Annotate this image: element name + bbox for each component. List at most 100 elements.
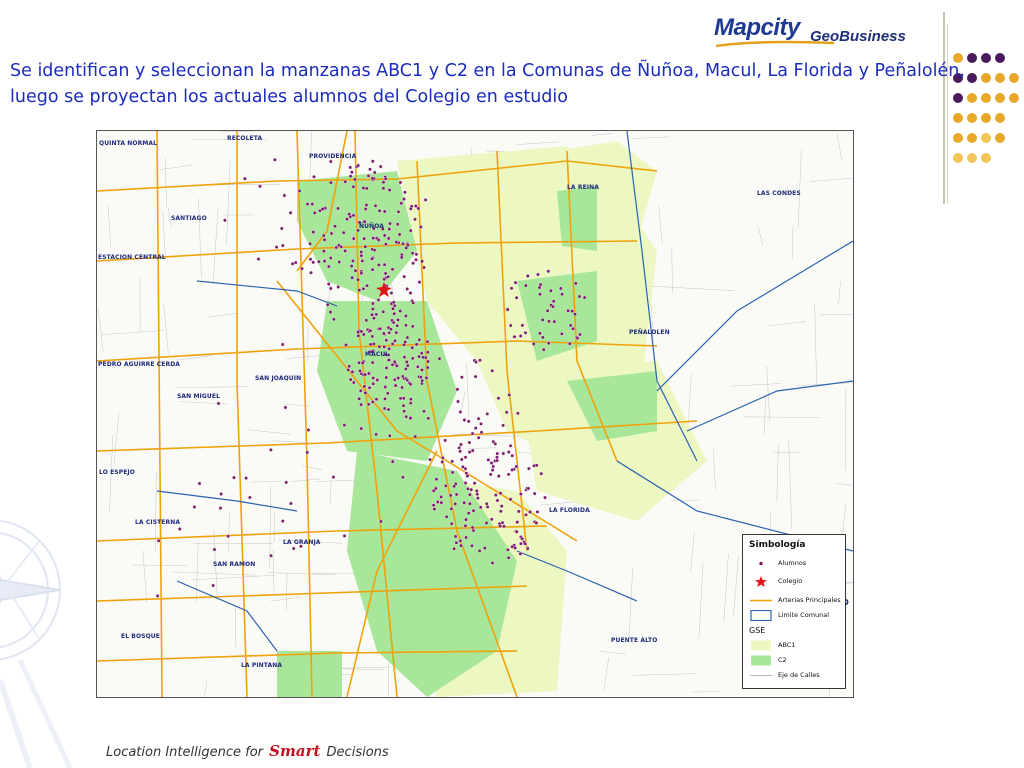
student-dot xyxy=(350,258,355,263)
student-dot xyxy=(305,202,310,207)
student-dot xyxy=(403,340,408,344)
street-line xyxy=(631,136,669,139)
student-dot xyxy=(396,317,400,322)
student-dot xyxy=(359,271,364,276)
student-dot xyxy=(571,326,575,331)
student-dot xyxy=(510,453,515,458)
student-dot xyxy=(311,260,316,265)
student-dot xyxy=(418,375,423,380)
legend-label-arterias: Arterias Principales xyxy=(778,596,841,604)
street-line xyxy=(814,302,817,385)
map-legend: Simbología Alumnos Colegio Arterias Prin… xyxy=(742,534,846,689)
student-dot xyxy=(425,365,430,370)
student-dot xyxy=(408,397,413,402)
student-dot xyxy=(408,291,413,295)
student-dot xyxy=(551,299,556,304)
street-line xyxy=(836,133,843,161)
student-dot xyxy=(351,213,356,218)
map-label-las-condes: LAS CONDES xyxy=(757,190,801,197)
student-dot xyxy=(531,342,536,346)
student-dot xyxy=(328,256,333,260)
student-dot xyxy=(537,331,542,336)
student-dot xyxy=(391,306,395,311)
student-dot xyxy=(466,511,471,516)
student-dot xyxy=(297,189,302,193)
student-dot xyxy=(508,497,513,502)
student-dot xyxy=(394,240,399,245)
student-dot xyxy=(577,294,582,299)
student-dot xyxy=(496,474,501,478)
student-dot xyxy=(371,381,376,386)
student-dot xyxy=(328,159,333,164)
street-line xyxy=(842,503,847,535)
zone-c2-pintana xyxy=(277,651,342,697)
student-dot xyxy=(525,546,530,551)
student-dot xyxy=(488,472,493,477)
student-dot xyxy=(219,492,224,496)
student-dot xyxy=(541,347,546,352)
street-line xyxy=(776,444,779,501)
student-dot xyxy=(405,378,410,383)
student-dot xyxy=(514,295,519,300)
student-dot xyxy=(242,176,247,181)
footer-text-after: Decisions xyxy=(326,745,389,760)
student-dot xyxy=(258,184,262,189)
student-dot xyxy=(473,426,478,430)
student-dot xyxy=(386,407,391,412)
student-dot xyxy=(398,309,403,313)
map-label-la-florida: LA FLORIDA xyxy=(549,507,590,514)
student-dot xyxy=(370,360,375,365)
student-dot xyxy=(305,450,310,455)
student-dot xyxy=(458,410,463,414)
student-dot xyxy=(372,170,377,175)
student-dot xyxy=(359,402,363,407)
student-dot xyxy=(372,248,377,253)
student-dot xyxy=(495,455,499,460)
student-dot xyxy=(470,431,475,436)
student-dot xyxy=(402,190,407,195)
student-dot xyxy=(397,232,402,237)
street-line xyxy=(744,416,821,418)
student-dot xyxy=(381,309,386,314)
student-dot xyxy=(211,583,216,588)
student-dot xyxy=(560,292,564,297)
street-line xyxy=(301,465,323,471)
student-dot xyxy=(558,286,563,291)
student-dot xyxy=(495,451,500,456)
student-dot xyxy=(399,201,404,206)
student-dot xyxy=(370,176,375,181)
student-dot xyxy=(506,555,511,560)
student-dot xyxy=(387,346,391,351)
street-line xyxy=(195,540,199,602)
student-dot xyxy=(336,285,341,289)
student-dot xyxy=(434,477,439,482)
student-dot xyxy=(526,466,531,471)
student-dot xyxy=(321,233,326,238)
student-dot xyxy=(382,277,387,282)
student-dot xyxy=(505,307,510,312)
student-dot xyxy=(364,186,369,191)
student-dot xyxy=(368,328,373,333)
gse-zones xyxy=(277,141,707,697)
street-line-icon xyxy=(750,675,772,676)
student-dot xyxy=(218,506,223,510)
student-dot xyxy=(506,472,511,477)
student-dot xyxy=(514,529,519,534)
student-dot xyxy=(384,338,389,343)
student-dot xyxy=(402,409,406,414)
student-dot xyxy=(428,457,432,462)
student-dot xyxy=(300,266,304,271)
map-label-puente-alto: PUENTE ALTO xyxy=(611,637,658,644)
student-dot xyxy=(534,463,539,468)
student-dot xyxy=(439,500,444,505)
street-line xyxy=(159,164,193,170)
map-canvas xyxy=(97,131,853,697)
student-dot xyxy=(518,334,523,338)
map-panel[interactable]: QUINTA NORMAL RECOLETA PROVIDENCIA SANTI… xyxy=(96,130,854,698)
student-dot xyxy=(370,334,375,339)
student-dot xyxy=(282,193,287,198)
student-dot xyxy=(308,257,313,262)
student-dot xyxy=(336,206,340,211)
street-line xyxy=(266,572,336,576)
student-dot xyxy=(408,206,413,211)
